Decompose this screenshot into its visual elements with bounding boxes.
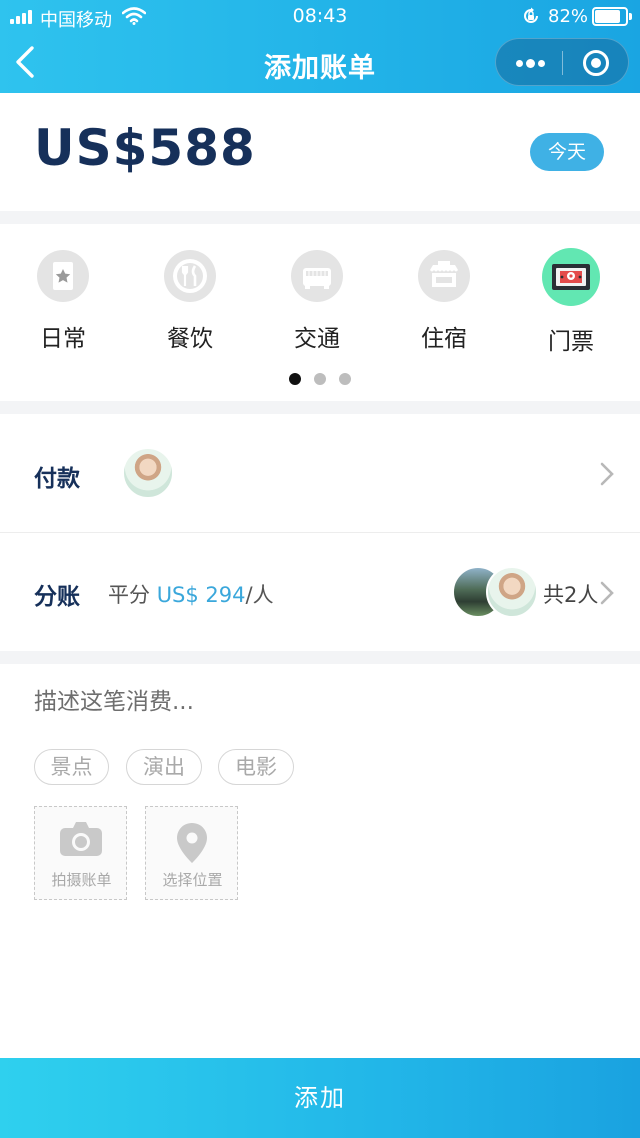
page-dot[interactable] [339,373,351,385]
choose-location-button[interactable]: 选择位置 [145,806,238,900]
tag-movie[interactable]: 电影 [218,749,294,785]
add-bill-button[interactable]: 添加 [0,1058,640,1138]
per-person-amount: US$ 294 [156,583,246,607]
tag-scenic[interactable]: 景点 [34,749,109,785]
camera-icon [60,822,102,856]
upload-label: 选择位置 [162,871,223,889]
payer-row[interactable]: 付款 [0,414,640,532]
status-bar: 中国移动 08:43 82% [0,0,640,32]
chevron-right-icon [600,462,614,486]
hotel-icon [418,250,470,302]
daily-icon [37,250,89,302]
transport-icon [291,250,343,302]
amount-section: US$588 今天 [0,93,640,211]
top-bar: 中国移动 08:43 82% 添加账单 [0,0,640,93]
split-row[interactable]: 分账 平分 US$ 294/人 共2人 [0,533,640,651]
category-hotel[interactable]: 住宿 [389,250,499,360]
page-dot[interactable] [314,373,326,385]
category-label: 餐饮 [167,326,213,352]
payer-split-section: 付款 分账 平分 US$ 294/人 共2人 [0,414,640,651]
clock: 08:43 [292,5,348,27]
page-dot[interactable] [289,373,301,385]
payer-avatar [122,447,174,499]
category-ticket[interactable]: 门票 [516,248,626,360]
category-picker: 日常 餐饮 交通 住宿 门票 [0,224,640,401]
per-person-unit: /人 [245,583,274,607]
split-description: 平分 US$ 294/人 [108,579,274,609]
location-pin-icon [177,823,207,863]
category-label: 日常 [40,326,86,352]
category-label: 交通 [294,326,340,352]
category-transport[interactable]: 交通 [262,250,372,360]
battery-icon [592,7,632,26]
page-indicator [0,373,640,385]
member-avatar [486,566,538,618]
battery-percent: 82% [548,6,589,27]
category-label: 门票 [548,329,594,355]
dining-icon [164,250,216,302]
description-input[interactable] [34,682,594,722]
date-button[interactable]: 今天 [530,133,604,171]
payer-label: 付款 [34,466,80,492]
bill-amount[interactable]: US$588 [34,119,256,177]
member-count: 共2人 [543,583,599,607]
split-mode: 平分 [108,583,150,607]
miniprogram-capsule [495,38,629,86]
close-miniprogram-button[interactable] [563,39,629,87]
take-photo-button[interactable]: 拍摄账单 [34,806,127,900]
ticket-icon [542,248,600,306]
category-dining[interactable]: 餐饮 [135,250,245,360]
navigation-bar: 添加账单 [0,32,640,93]
tag-show[interactable]: 演出 [126,749,202,785]
category-label: 住宿 [421,326,467,352]
more-options-button[interactable] [496,39,562,87]
split-label: 分账 [34,584,80,610]
category-daily[interactable]: 日常 [8,250,118,360]
chevron-right-icon [600,581,614,605]
rotation-lock-icon [524,7,538,23]
upload-label: 拍摄账单 [51,871,112,889]
description-section: 景点 演出 电影 拍摄账单 选择位置 [0,664,640,1058]
